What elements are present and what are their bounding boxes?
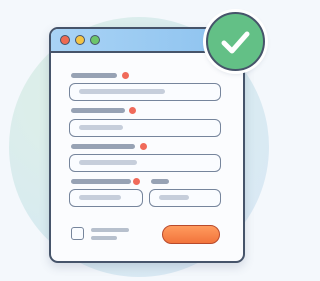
field-2-label (71, 108, 125, 113)
field-1-input[interactable] (69, 83, 221, 101)
field-2-input[interactable] (69, 119, 221, 137)
field-3-placeholder (79, 160, 137, 165)
field-5-label (151, 179, 169, 184)
field-3-input[interactable] (69, 154, 221, 172)
agree-checkbox[interactable] (71, 227, 84, 240)
field-4-label (71, 179, 131, 184)
field-2-placeholder (79, 125, 123, 130)
checkbox-label-line-2 (91, 236, 117, 240)
minimize-window-button[interactable] (75, 35, 85, 45)
field-1-label (71, 73, 117, 78)
field-4-required-dot (133, 178, 140, 185)
field-1-placeholder (79, 89, 165, 94)
field-3-required-dot (140, 143, 147, 150)
close-window-button[interactable] (60, 35, 70, 45)
field-3-label (71, 144, 135, 149)
submit-button[interactable] (162, 225, 220, 244)
checkbox-label-line-1 (91, 228, 129, 232)
maximize-window-button[interactable] (90, 35, 100, 45)
field-4-placeholder (79, 195, 121, 200)
field-4-input[interactable] (69, 189, 143, 207)
field-2-required-dot (129, 107, 136, 114)
field-5-placeholder (159, 195, 189, 200)
field-1-required-dot (122, 72, 129, 79)
checkmark-icon (221, 31, 250, 54)
success-badge (206, 12, 265, 71)
field-5-input[interactable] (149, 189, 221, 207)
